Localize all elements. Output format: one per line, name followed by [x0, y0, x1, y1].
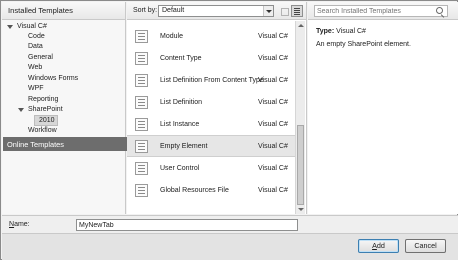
template-list-scrollbar[interactable]	[295, 21, 305, 214]
sort-by-value: Default	[162, 7, 185, 14]
content-type-icon	[135, 52, 148, 65]
installed-templates-pane: Installed Templates Visual C# Code Data …	[2, 2, 127, 214]
scroll-up-icon[interactable]	[298, 24, 304, 27]
type-value: Visual C#	[336, 28, 366, 35]
template-row-list-definition[interactable]: List Definition Visual C#	[127, 92, 295, 114]
installed-templates-header: Installed Templates	[2, 2, 125, 20]
template-row-global-resources-file[interactable]: Global Resources File Visual C#	[127, 180, 295, 202]
add-new-item-dialog: Installed Templates Visual C# Code Data …	[0, 0, 458, 260]
template-toolbar: Sort by: Default	[127, 2, 306, 20]
template-row-list-instance[interactable]: List Instance Visual C#	[127, 114, 295, 136]
template-list: Module Visual C# Content Type Visual C# …	[127, 21, 295, 214]
tree-item-label: SharePoint	[28, 106, 63, 113]
tree-item-wpf[interactable]: WPF	[28, 84, 44, 94]
sort-by-label: Sort by:	[133, 7, 158, 14]
template-name: User Control	[160, 165, 200, 172]
online-templates-item[interactable]: Online Templates	[3, 137, 127, 151]
template-row-module[interactable]: Module Visual C#	[127, 26, 295, 48]
template-row-content-type[interactable]: Content Type Visual C#	[127, 48, 295, 70]
small-icons-view-icon[interactable]	[278, 5, 290, 17]
name-label: Name:	[9, 221, 30, 228]
list-view-icon[interactable]	[291, 5, 303, 17]
name-input[interactable]	[76, 219, 298, 231]
tree-item-workflow[interactable]: Workflow	[28, 126, 57, 136]
sort-by-dropdown[interactable]: Default	[158, 5, 274, 17]
template-row-empty-element[interactable]: Empty Element Visual C#	[127, 135, 295, 157]
global-resources-file-icon	[135, 184, 148, 197]
name-row: Name:	[2, 215, 458, 233]
template-name: Content Type	[160, 55, 202, 62]
list-definition-from-content-type-icon	[135, 74, 148, 87]
add-button[interactable]: Add	[358, 239, 399, 253]
dropdown-arrow-icon[interactable]	[263, 6, 273, 16]
template-list-pane: Sort by: Default Module Visual C# Conten…	[127, 2, 307, 214]
template-language: Visual C#	[258, 143, 288, 150]
search-bar	[308, 2, 458, 20]
tree-item-code[interactable]: Code	[28, 32, 45, 42]
search-input[interactable]	[314, 5, 448, 17]
template-details-pane: Type: Visual C# An empty SharePoint elem…	[308, 2, 458, 214]
list-definition-icon	[135, 96, 148, 109]
template-language: Visual C#	[258, 33, 288, 40]
template-name: Empty Element	[160, 143, 208, 150]
template-name: List Instance	[160, 121, 200, 128]
collapse-arrow-icon[interactable]	[18, 107, 24, 112]
tree-item-reporting[interactable]: Reporting	[28, 95, 58, 105]
template-description: An empty SharePoint element.	[316, 41, 411, 48]
tree-item-data[interactable]: Data	[28, 42, 43, 52]
tree-item-web[interactable]: Web	[28, 63, 42, 73]
list-instance-icon	[135, 118, 148, 131]
template-language: Visual C#	[258, 187, 288, 194]
tree-item-label: Visual C#	[17, 23, 47, 30]
type-label: Type:	[316, 28, 335, 35]
empty-element-icon	[135, 140, 148, 153]
tree-item-general[interactable]: General	[28, 53, 53, 63]
module-icon	[135, 30, 148, 43]
template-language: Visual C#	[258, 99, 288, 106]
template-name: Global Resources File	[160, 187, 229, 194]
scroll-down-icon[interactable]	[298, 208, 304, 211]
scrollbar-thumb[interactable]	[297, 125, 304, 205]
tree-item-windows-forms[interactable]: Windows Forms	[28, 74, 78, 84]
search-icon[interactable]	[436, 7, 443, 14]
template-name: List Definition	[160, 99, 203, 106]
name-label-text: ame:	[14, 221, 30, 228]
template-language: Visual C#	[258, 121, 288, 128]
add-button-text: dd	[376, 241, 385, 250]
template-type: Type: Visual C#	[316, 28, 366, 35]
tree-item-2010[interactable]: 2010	[39, 116, 55, 126]
template-language: Visual C#	[258, 55, 288, 62]
collapse-arrow-icon[interactable]	[7, 24, 13, 29]
template-row-list-definition-from-content-type[interactable]: List Definition From Content Type Visual…	[127, 70, 295, 92]
template-name: Module	[160, 33, 183, 40]
template-language: Visual C#	[258, 165, 288, 172]
dialog-button-bar: Add Cancel	[2, 233, 458, 260]
user-control-icon	[135, 162, 148, 175]
template-name: List Definition From Content Type	[160, 77, 264, 84]
cancel-button[interactable]: Cancel	[405, 239, 446, 253]
template-language: Visual C#	[258, 77, 288, 84]
template-row-user-control[interactable]: User Control Visual C#	[127, 158, 295, 180]
